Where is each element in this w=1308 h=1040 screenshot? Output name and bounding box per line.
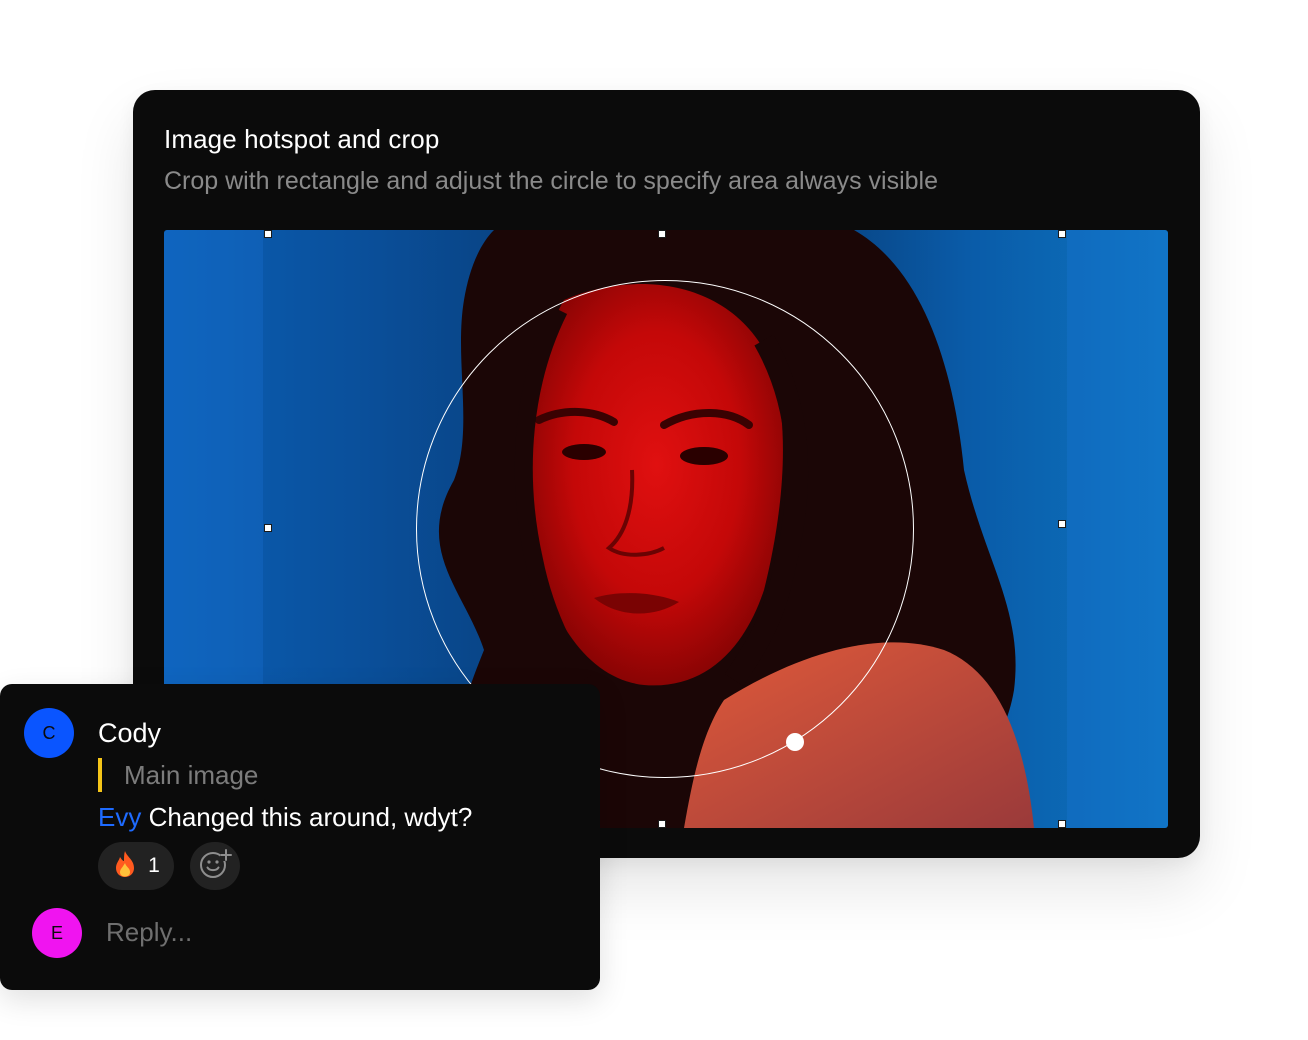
reaction-fire[interactable]: 1 [98,842,174,890]
crop-handle-top-center[interactable] [658,230,666,238]
reply-input[interactable] [106,914,526,950]
canvas: Image hotspot and crop Crop with rectang… [0,0,1308,1040]
avatar-initial: E [50,922,63,943]
crop-handle-bottom-center[interactable] [658,820,666,828]
comment-author: Cody [98,718,162,748]
avatar-initial: C [42,722,56,743]
crop-handle-top-right[interactable] [1058,230,1066,238]
current-user-avatar: E [32,908,82,958]
comment-message: Evy Changed this around, wdyt? [98,800,472,834]
reaction-count: 1 [148,854,160,877]
add-reaction-button[interactable] [190,842,240,890]
fire-icon [112,850,138,882]
comment-quote: Main image [98,758,258,792]
comment-thread: C Cody Main image Evy Changed this aroun… [0,684,600,990]
add-emoji-icon [198,847,232,886]
editor-title: Image hotspot and crop [164,124,440,154]
crop-handle-middle-left[interactable] [264,524,272,532]
crop-handle-middle-right[interactable] [1058,520,1066,528]
crop-handle-bottom-right[interactable] [1058,820,1066,828]
editor-subtitle: Crop with rectangle and adjust the circl… [164,167,938,195]
avatar: C [24,708,74,758]
message-text: Changed this around, wdyt? [148,802,473,832]
hotspot-resize-handle[interactable] [786,733,804,751]
crop-outside-right [1067,230,1168,828]
crop-handle-top-left[interactable] [264,230,272,238]
user-mention[interactable]: Evy [98,802,141,832]
